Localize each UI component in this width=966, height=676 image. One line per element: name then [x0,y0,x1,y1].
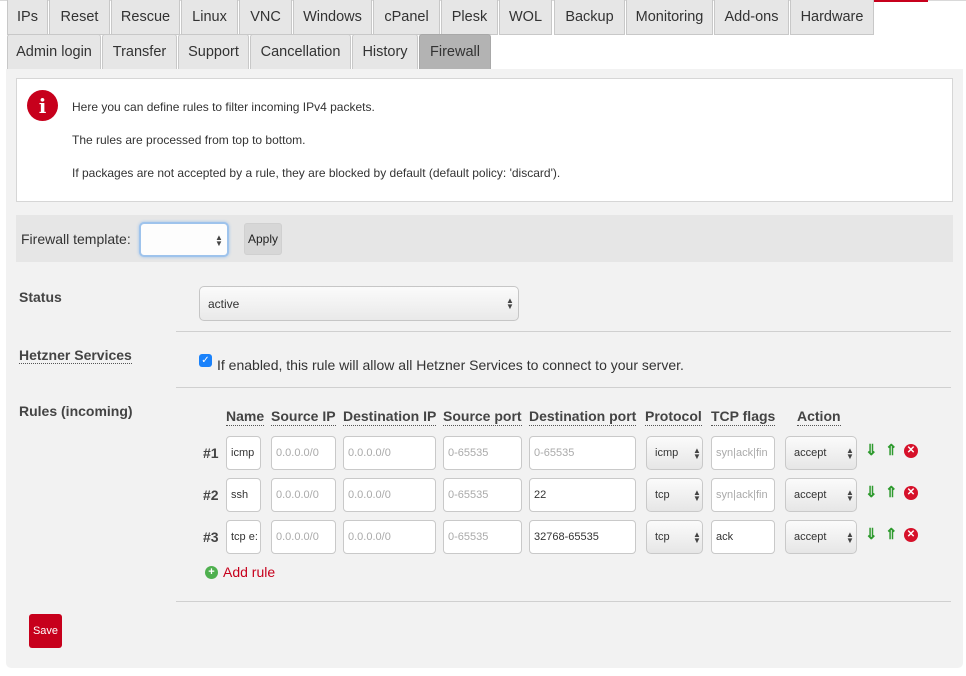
rule-name-input[interactable]: tcp e: [226,520,261,554]
protocol-select[interactable]: icmp ▲ ▼ [646,436,703,470]
tab-firewall[interactable]: Firewall [419,34,491,70]
tab-ips[interactable]: IPs [7,0,48,35]
protocol-value: tcp [655,489,670,501]
select-arrows-icon: ▲ ▼ [693,488,701,503]
protocol-select[interactable]: tcp ▲ ▼ [646,520,703,554]
rule-name-input[interactable]: ssh [226,478,261,512]
rule-name-input[interactable]: icmp [226,436,261,470]
source-port-input[interactable]: 0-65535 [443,478,522,512]
hetzner-services-label: Hetzner Services [19,347,132,364]
add-rule-link[interactable]: + Add rule [205,564,275,580]
col-destination-port: Destination port [529,408,637,426]
apply-button[interactable]: Apply [244,223,282,255]
col-protocol: Protocol [645,408,702,426]
select-arrows-icon: ▲ ▼ [506,296,514,311]
col-source-port: Source port [443,408,522,426]
action-value: accept [794,489,827,501]
add-rule-label: Add rule [223,564,276,580]
tcp-flags-input[interactable]: syn|ack|fin [711,478,775,512]
action-select[interactable]: accept ▲ ▼ [785,520,857,554]
select-arrows-icon: ▲ ▼ [846,530,854,545]
tab-transfer[interactable]: Transfer [102,34,177,70]
destination-port-input[interactable]: 0-65535 [529,436,636,470]
destination-ip-input[interactable]: 0.0.0.0/0 [343,520,436,554]
destination-ip-input[interactable]: 0.0.0.0/0 [343,436,436,470]
tab-cancellation[interactable]: Cancellation [250,34,351,70]
tcp-flags-input[interactable]: ack [711,520,775,554]
info-icon: i [27,90,58,121]
select-arrows-icon: ▲ ▼ [846,488,854,503]
col-source-ip: Source IP [271,408,336,426]
rule-number: #3 [203,529,219,545]
tab-plesk[interactable]: Plesk [441,0,498,35]
source-port-input[interactable]: 0-65535 [443,520,522,554]
status-value: active [208,296,240,311]
tab-admin-login[interactable]: Admin login [7,34,101,70]
action-select[interactable]: accept ▲ ▼ [785,436,857,470]
status-label: Status [19,289,62,305]
info-line-2: The rules are processed from top to bott… [72,133,306,147]
add-icon: + [205,565,218,579]
template-label: Firewall template: [21,231,131,247]
move-up-icon[interactable]: ⇑ [885,485,898,500]
move-down-icon[interactable]: ⇓ [865,485,878,500]
tab-backup[interactable]: Backup [554,0,625,35]
source-port-input[interactable]: 0-65535 [443,436,522,470]
info-line-3: If packages are not accepted by a rule, … [72,166,561,180]
move-down-icon[interactable]: ⇓ [865,527,878,542]
separator [176,331,951,332]
tab-history[interactable]: History [352,34,418,70]
tab-rescue[interactable]: Rescue [111,0,180,35]
select-arrows-icon: ▲ ▼ [846,446,854,461]
tab-wol[interactable]: WOL [499,0,552,35]
destination-port-input[interactable]: 22 [529,478,636,512]
status-select[interactable]: active ▲ ▼ [199,286,519,321]
tab-windows[interactable]: Windows [293,0,372,35]
hetzner-services-checkbox[interactable]: ✓ [199,354,212,367]
template-select[interactable]: ▲ ▼ [139,222,229,257]
col-destination-ip: Destination IP [343,408,437,426]
info-line-1: Here you can define rules to filter inco… [72,100,375,114]
action-value: accept [794,447,827,459]
tcp-flags-input[interactable]: syn|ack|fin [711,436,775,470]
select-arrows-icon: ▲ ▼ [693,530,701,545]
col-name: Name [226,408,265,426]
protocol-select[interactable]: tcp ▲ ▼ [646,478,703,512]
top-accent [868,0,928,2]
delete-rule-icon[interactable]: ✕ [904,444,918,458]
action-select[interactable]: accept ▲ ▼ [785,478,857,512]
tab-hardware[interactable]: Hardware [790,0,874,35]
destination-port-input[interactable]: 32768-65535 [529,520,636,554]
tab-cpanel[interactable]: cPanel [373,0,440,35]
select-arrows-icon: ▲ ▼ [215,233,223,248]
tab-reset[interactable]: Reset [49,0,110,35]
action-value: accept [794,531,827,543]
move-up-icon[interactable]: ⇑ [885,443,898,458]
tab-monitoring[interactable]: Monitoring [626,0,713,35]
tab-support[interactable]: Support [178,34,249,70]
protocol-value: icmp [655,447,679,459]
tab-vnc[interactable]: VNC [239,0,292,35]
separator [176,601,951,602]
rules-label: Rules (incoming) [19,403,133,419]
rule-number: #1 [203,445,219,461]
delete-rule-icon[interactable]: ✕ [904,486,918,500]
col-action: Action [797,408,841,426]
tab-linux[interactable]: Linux [181,0,238,35]
move-down-icon[interactable]: ⇓ [865,443,878,458]
col-tcp-flags: TCP flags [711,408,776,426]
destination-ip-input[interactable]: 0.0.0.0/0 [343,478,436,512]
select-arrows-icon: ▲ ▼ [693,446,701,461]
separator [176,387,951,388]
source-ip-input[interactable]: 0.0.0.0/0 [271,520,336,554]
tab-addons[interactable]: Add-ons [714,0,789,35]
delete-rule-icon[interactable]: ✕ [904,528,918,542]
source-ip-input[interactable]: 0.0.0.0/0 [271,478,336,512]
source-ip-input[interactable]: 0.0.0.0/0 [271,436,336,470]
protocol-value: tcp [655,531,670,543]
rule-number: #2 [203,487,219,503]
save-button[interactable]: Save [29,614,62,648]
hetzner-services-text: If enabled, this rule will allow all Het… [217,357,684,373]
move-up-icon[interactable]: ⇑ [885,527,898,542]
